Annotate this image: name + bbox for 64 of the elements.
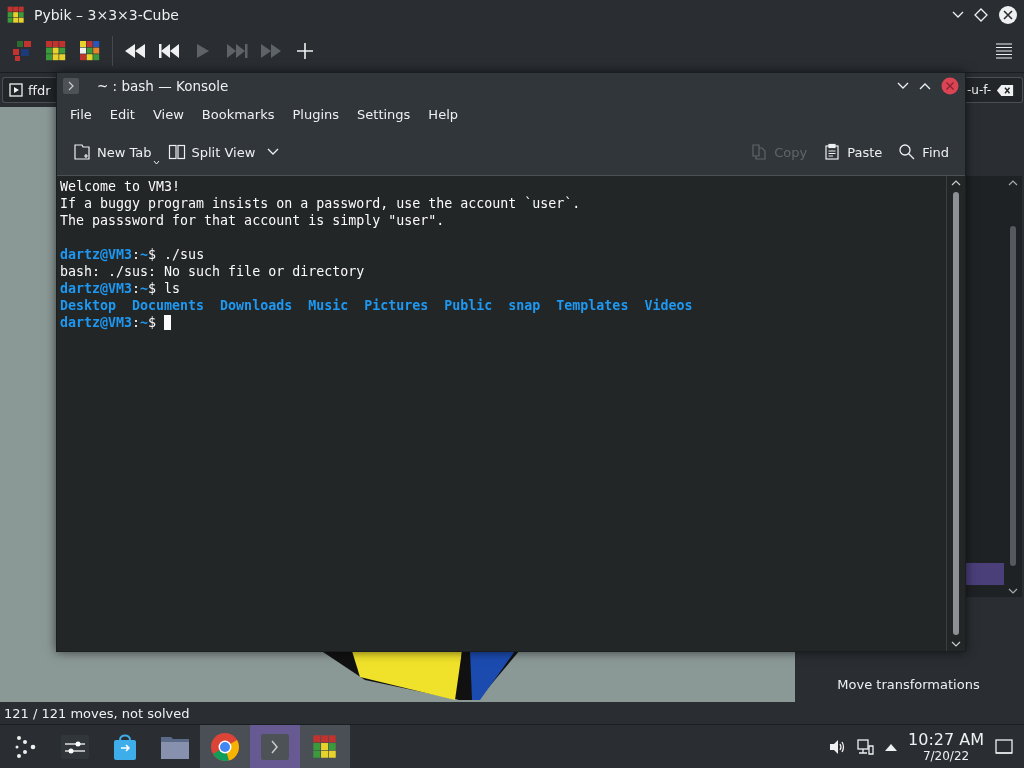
window-title: ~ : bash — Konsole	[96, 78, 230, 94]
menu-item[interactable]: Settings	[348, 102, 420, 126]
terminal-icon	[63, 78, 79, 94]
task-button[interactable]	[200, 725, 250, 768]
split-view-button[interactable]: Split View	[161, 139, 286, 165]
status-text: 121 / 121 moves, not solved	[4, 705, 190, 721]
split-view-icon	[167, 143, 186, 161]
move-transformations-button[interactable]: Move transformations	[831, 675, 986, 694]
window-title: Pybik – 3×3×3-Cube	[34, 7, 180, 23]
task-button[interactable]	[300, 725, 350, 768]
terminal-icon[interactable]	[260, 732, 290, 762]
folder-icon[interactable]	[160, 734, 190, 760]
paste-button[interactable]: Paste	[817, 139, 889, 165]
play-icon	[9, 83, 23, 97]
caret-icon[interactable]	[152, 160, 160, 165]
terminal-line: If a buggy program insists on a password, use the account `user`.	[60, 196, 581, 211]
menu-item[interactable]: File	[61, 102, 101, 126]
clock[interactable]: 10:27 AM 7/20/22	[908, 732, 984, 762]
move-text: ffdr	[28, 82, 51, 98]
menu-item[interactable]: View	[143, 102, 193, 126]
minimize-button[interactable]	[897, 82, 909, 90]
network-icon[interactable]	[856, 738, 875, 756]
move-text: -u-f-	[967, 83, 992, 97]
cube-icon[interactable]	[311, 733, 339, 761]
shopping-bag-icon[interactable]	[112, 732, 138, 762]
browser-icon[interactable]	[210, 732, 240, 762]
copy-icon	[750, 143, 769, 161]
terminal-line: Desktop Documents Downloads Music Pictures Public snap Templates Videos	[60, 298, 693, 313]
terminal-line: dartz@VM3:~$ ls	[60, 281, 181, 296]
menu-item[interactable]: Edit	[100, 102, 144, 126]
cube-icon[interactable]	[44, 39, 68, 63]
text-cursor	[164, 315, 172, 330]
scroll-up-icon[interactable]	[950, 178, 962, 188]
scrollbar-thumb[interactable]	[953, 192, 959, 635]
expand-tray-icon[interactable]	[884, 742, 899, 752]
menu-item[interactable]: Help	[419, 102, 467, 126]
cube-icon	[6, 5, 26, 25]
show-desktop-icon[interactable]	[994, 738, 1014, 756]
maximize-button[interactable]	[919, 82, 931, 90]
scroll-down-icon[interactable]	[950, 639, 962, 649]
menu-item[interactable]: Bookmarks	[192, 102, 284, 126]
scrambled-cube-icon[interactable]	[78, 39, 102, 63]
menu-icon[interactable]	[994, 41, 1014, 61]
keep-above-button[interactable]	[974, 8, 988, 22]
minimize-button[interactable]	[952, 11, 964, 19]
terminal-line: dartz@VM3:~$ ./sus	[60, 247, 205, 262]
terminal-line: bash: ./sus: No such file or directory	[60, 264, 365, 279]
move-entry-field[interactable]: ffdr	[2, 77, 56, 103]
caret-icon[interactable]	[267, 148, 280, 156]
terminal-line: The passsword for that account is simply "user".	[60, 213, 445, 228]
volume-icon[interactable]	[828, 738, 847, 756]
color-squares-icon[interactable]	[10, 39, 34, 63]
paste-icon	[823, 143, 842, 161]
new-tab-button[interactable]: New Tab	[67, 139, 158, 165]
find-button[interactable]: Find	[892, 139, 955, 165]
search-icon	[898, 143, 917, 161]
move-entry-field[interactable]: -u-f-	[966, 77, 1023, 103]
clear-icon[interactable]	[996, 83, 1015, 97]
close-button[interactable]	[998, 5, 1018, 25]
sliders-icon[interactable]	[60, 734, 90, 760]
menu-item[interactable]: Plugins	[283, 102, 349, 126]
terminal-line: Welcome to VM3!	[60, 179, 181, 194]
new-tab-icon	[73, 143, 91, 161]
terminal-line: dartz@VM3:~$	[60, 315, 158, 330]
